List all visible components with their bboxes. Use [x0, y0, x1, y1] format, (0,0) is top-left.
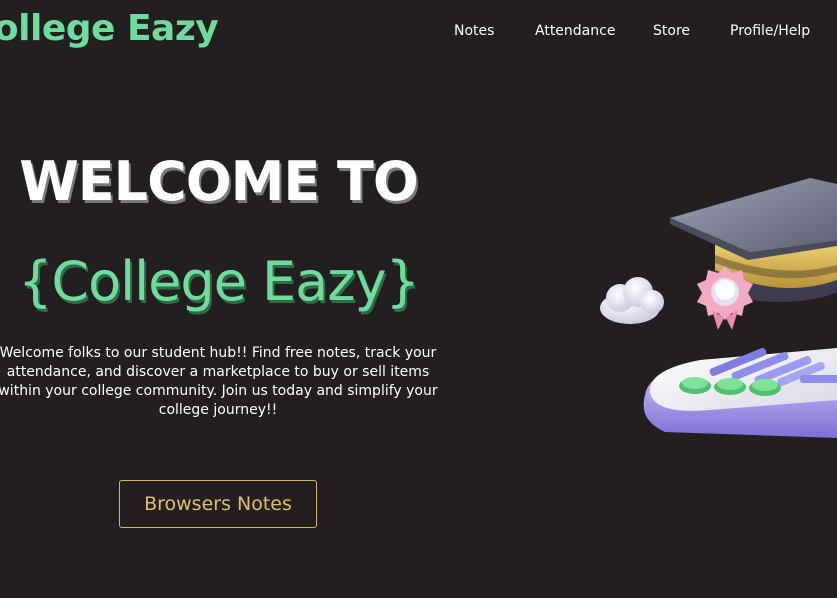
hero-brand: {College Eazy} — [18, 250, 420, 313]
cloud-icon — [600, 277, 664, 324]
nav-link-profile-help[interactable]: Profile/Help — [730, 23, 810, 39]
nav-link-store[interactable]: Store — [653, 23, 690, 39]
nav-link-notes[interactable]: Notes — [454, 23, 494, 39]
graduation-cap-keyboard-illustration — [590, 170, 837, 450]
graduation-cap-icon — [670, 178, 837, 302]
browse-notes-button[interactable]: Browsers Notes — [119, 480, 317, 528]
hero-title: WELCOME TO — [19, 150, 419, 213]
keyboard-icon — [643, 347, 837, 438]
hero-description: Welcome folks to our student hub!! Find … — [0, 345, 438, 418]
page: College Eazy Notes Attendance Store Prof… — [0, 0, 837, 598]
nav-link-attendance[interactable]: Attendance — [535, 23, 615, 39]
logo[interactable]: College Eazy — [0, 8, 219, 49]
